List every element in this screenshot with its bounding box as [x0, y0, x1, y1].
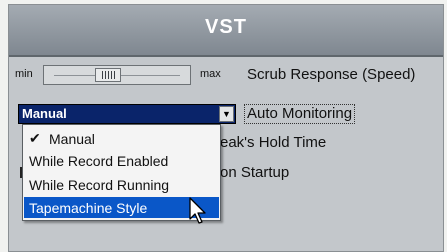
dropdown-selected-value: Manual — [22, 106, 67, 121]
menu-item-label: While Record Running — [29, 177, 170, 193]
menu-item-label: While Record Enabled — [29, 153, 169, 169]
arrow-cursor-icon — [189, 197, 206, 224]
triangle-down-icon[interactable]: ▼ — [219, 106, 234, 122]
window-title: VST — [205, 16, 247, 38]
title-bar: VST — [9, 5, 443, 57]
on-startup-label: on Startup — [220, 164, 290, 181]
menu-item-while-record-running[interactable]: While Record Running — [24, 174, 219, 195]
slider-max-label: max — [200, 68, 221, 80]
auto-monitoring-dropdown[interactable]: Manual ▼ — [18, 104, 236, 124]
scrub-response-slider[interactable] — [43, 65, 191, 85]
slider-thumb[interactable] — [95, 68, 121, 82]
menu-item-label: Tapemachine Style — [29, 200, 148, 216]
menu-item-label: Manual — [49, 131, 95, 147]
menu-item-manual[interactable]: ✔ Manual — [24, 128, 219, 149]
auto-monitoring-label: Auto Monitoring — [244, 104, 356, 124]
peaks-hold-time-label: eak's Hold Time — [220, 134, 327, 151]
slider-min-label: min — [15, 68, 33, 80]
scrub-response-row: min max Scrub Response (Speed) — [12, 64, 432, 86]
scrub-response-label: Scrub Response (Speed) — [247, 66, 416, 83]
check-icon: ✔ — [29, 130, 41, 146]
menu-item-while-record-enabled[interactable]: While Record Enabled — [24, 150, 219, 171]
